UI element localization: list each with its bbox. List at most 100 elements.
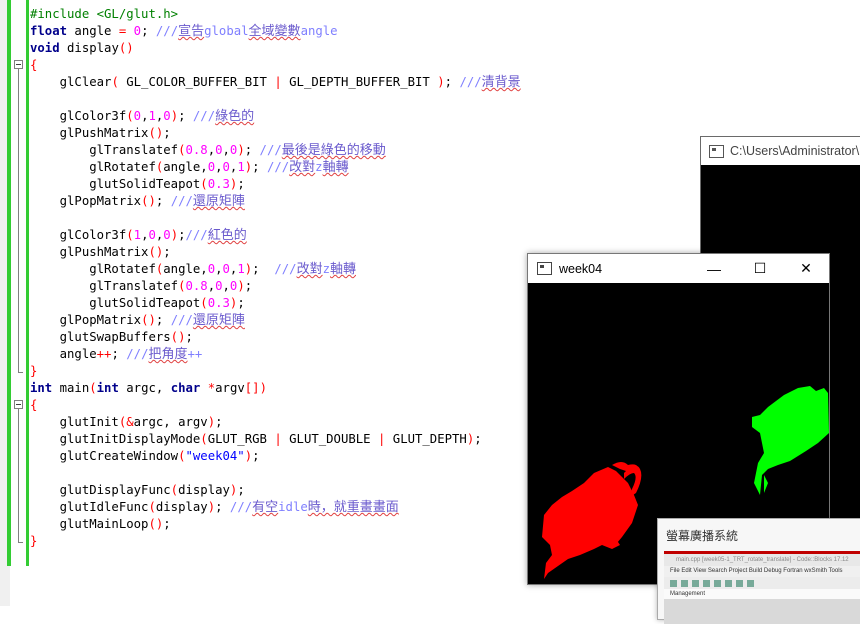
code-token: ++: [96, 347, 112, 361]
code-token: ;: [163, 126, 171, 140]
code-token: glTranslatef: [30, 143, 179, 157]
code-token: }: [30, 364, 38, 378]
code-token: GL_COLOR_BUFFER_BIT: [118, 75, 275, 89]
code-comment: 最後是綠色的移動: [281, 143, 386, 158]
code-token: int: [30, 381, 53, 395]
code-line[interactable]: glPopMatrix(); ///還原矩陣: [30, 193, 521, 210]
code-token: ;: [178, 228, 186, 242]
code-line[interactable]: glutDisplayFunc(display);: [30, 482, 521, 499]
code-comment: ///: [170, 313, 193, 327]
code-token: glutInitDisplayMode: [30, 432, 201, 446]
code-token: glutCreateWindow: [30, 449, 179, 463]
fold-end-display: [18, 372, 23, 373]
code-token: 0: [148, 228, 156, 242]
code-line[interactable]: [30, 210, 521, 227]
code-token: angle,: [163, 262, 208, 276]
code-token: (: [89, 381, 97, 395]
screen-broadcast-window[interactable]: 螢幕廣播系統 main.cpp [week05-1_TRT_rotate_tra…: [657, 518, 860, 624]
code-line[interactable]: glTranslatef(0.8,0,0);: [30, 278, 521, 295]
code-comment: ///: [192, 109, 216, 123]
code-token: ): [170, 228, 179, 242]
code-line[interactable]: glutInitDisplayMode(GLUT_RGB | GLUT_DOUB…: [30, 431, 521, 448]
preview-menu-bar: File Edit View Search Project Build Debu…: [664, 566, 860, 577]
code-comment: 把角度: [148, 347, 188, 362]
code-line[interactable]: [30, 465, 521, 482]
code-comment: 改對: [289, 160, 316, 175]
code-line[interactable]: {: [30, 397, 521, 414]
code-line[interactable]: glutCreateWindow("week04");: [30, 448, 521, 465]
code-line[interactable]: glColor3f(0,1,0); ///綠色的: [30, 108, 521, 125]
preview-toolbar: [664, 577, 860, 589]
code-token: 1: [237, 160, 245, 174]
code-line[interactable]: glRotatef(angle,0,0,1); ///改對z軸轉: [30, 261, 521, 278]
code-line[interactable]: glTranslatef(0.8,0,0); ///最後是綠色的移動: [30, 142, 521, 159]
code-line[interactable]: void display(): [30, 40, 521, 57]
code-line[interactable]: glClear( GL_COLOR_BUFFER_BIT | GL_DEPTH_…: [30, 74, 521, 91]
code-line[interactable]: float angle = 0; ///宣告global全域變數angle: [30, 23, 521, 40]
code-token: ): [244, 449, 253, 463]
code-line[interactable]: glutInit(&argc, argv);: [30, 414, 521, 431]
code-token: 0: [222, 262, 230, 276]
console-app-icon: [709, 144, 724, 158]
code-line[interactable]: glPushMatrix();: [30, 125, 521, 142]
preview-window-title: main.cpp [week05-1_TRT_rotate_translate]…: [664, 554, 860, 566]
code-token: ;: [215, 500, 230, 514]
code-line[interactable]: }: [30, 363, 521, 380]
code-token: ,: [215, 160, 223, 174]
code-line[interactable]: glutMainLoop();: [30, 516, 521, 533]
code-token: ,: [207, 143, 216, 157]
code-token: glColor3f: [30, 228, 127, 242]
window-app-icon: [537, 262, 552, 275]
gl-window-title-bar[interactable]: week04 — ☐ ✕: [528, 254, 829, 283]
changed-lines-marker-right: [26, 0, 29, 566]
code-token: ;: [237, 296, 245, 310]
code-token: angle: [30, 347, 97, 361]
code-line[interactable]: glutSwapBuffers();: [30, 329, 521, 346]
code-editor[interactable]: #include <GL/glut.h> float angle = 0; ///…: [30, 6, 521, 550]
code-token: glRotatef: [30, 160, 156, 174]
maximize-button[interactable]: ☐: [737, 254, 783, 283]
green-teapot: [752, 386, 829, 495]
code-token: {: [30, 58, 38, 72]
code-token: (: [148, 500, 156, 514]
code-token: 0: [215, 143, 223, 157]
code-line[interactable]: glutSolidTeapot(0.3);: [30, 176, 521, 193]
code-line[interactable]: glutSolidTeapot(0.3);: [30, 295, 521, 312]
minimize-button[interactable]: —: [691, 254, 737, 283]
close-button[interactable]: ✕: [783, 254, 829, 283]
red-teapot: [542, 462, 642, 579]
fold-toggle-display[interactable]: [14, 60, 23, 69]
code-line[interactable]: }: [30, 533, 521, 550]
code-line[interactable]: glutIdleFunc(display); ///有空idle時，就重畫畫面: [30, 499, 521, 516]
code-token: glTranslatef: [30, 279, 179, 293]
code-token: main: [52, 381, 90, 395]
code-token: ): [170, 109, 179, 123]
code-comment: 還原矩陣: [192, 194, 245, 209]
code-token: char: [170, 381, 201, 395]
code-line[interactable]: int main(int argc, char *argv[]): [30, 380, 521, 397]
code-line[interactable]: {: [30, 57, 521, 74]
code-line[interactable]: #include <GL/glut.h>: [30, 6, 521, 23]
fold-toggle-main[interactable]: [14, 400, 23, 409]
code-line[interactable]: [30, 91, 521, 108]
code-token: glutIdleFunc: [30, 500, 149, 514]
code-token: glutSwapBuffers: [30, 330, 171, 344]
code-line[interactable]: angle++; ///把角度++: [30, 346, 521, 363]
console-title-bar[interactable]: C:\Users\Administrator\: [701, 137, 860, 165]
code-line[interactable]: glPushMatrix();: [30, 244, 521, 261]
code-token: (): [148, 517, 164, 531]
code-line[interactable]: glRotatef(angle,0,0,1); ///改對z軸轉: [30, 159, 521, 176]
code-comment: 清背景: [481, 75, 521, 90]
code-token: 1: [237, 262, 245, 276]
code-comment: ///: [126, 347, 149, 361]
code-token: ;: [252, 449, 260, 463]
code-line[interactable]: glPopMatrix(); ///還原矩陣: [30, 312, 521, 329]
code-comment: 綠色的: [215, 109, 255, 124]
code-line[interactable]: glColor3f(1,0,0);///紅色的: [30, 227, 521, 244]
code-token: glutMainLoop: [30, 517, 149, 531]
code-token: 0: [163, 109, 171, 123]
code-token: glPopMatrix: [30, 313, 142, 327]
code-token: 0.8: [185, 279, 208, 293]
code-token: []): [244, 381, 267, 395]
